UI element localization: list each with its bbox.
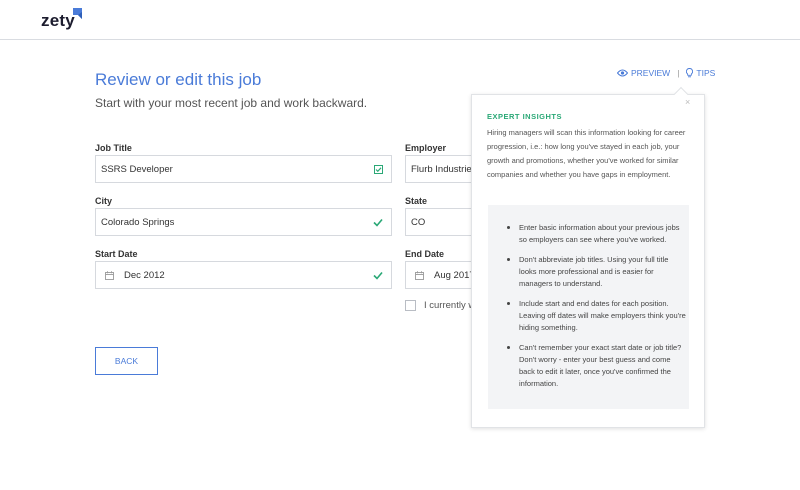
calendar-icon: [415, 270, 424, 280]
city-value: Colorado Springs: [101, 216, 175, 228]
preview-link[interactable]: PREVIEW: [617, 68, 670, 78]
link-separator: |: [677, 68, 680, 78]
insights-intro: Hiring managers will scan this informati…: [487, 128, 686, 179]
start-date-field[interactable]: Dec 2012: [95, 261, 392, 289]
city-field[interactable]: Colorado Springs: [95, 208, 392, 236]
currently-work-checkbox[interactable]: [405, 300, 416, 311]
preview-label: PREVIEW: [631, 68, 671, 78]
tips-list: Enter basic information about your previ…: [507, 222, 687, 398]
city-label: City: [95, 196, 113, 206]
tip-item: Don't abbreviate job titles. Using your …: [507, 254, 687, 290]
check-icon: [373, 271, 383, 280]
preview-tips-links: PREVIEW | TIPS: [617, 68, 715, 78]
check-icon: [373, 218, 383, 227]
tip-item: Enter basic information about your previ…: [507, 222, 687, 246]
state-field[interactable]: CO: [405, 208, 471, 236]
page-title: Review or edit this job: [95, 70, 262, 89]
top-bar: zety: [0, 0, 800, 40]
calendar-icon: [105, 270, 114, 280]
employer-field[interactable]: Flurb Industries: [405, 155, 471, 183]
job-title-field[interactable]: SSRS Developer: [95, 155, 392, 183]
eye-icon: [617, 69, 628, 77]
job-title-value: SSRS Developer: [101, 163, 173, 175]
tip-item: Include start and end dates for each pos…: [507, 298, 687, 334]
job-title-label: Job Title: [95, 143, 132, 153]
lightbulb-icon: [686, 68, 694, 78]
state-value: CO: [411, 216, 426, 228]
employer-label: Employer: [405, 143, 447, 153]
insights-heading: EXPERT INSIGHTS: [487, 112, 563, 121]
start-date-label: Start Date: [95, 249, 138, 259]
tips-label: TIPS: [696, 68, 716, 78]
tip-item: Can't remember your exact start date or …: [507, 342, 687, 390]
logo-mark-icon: [73, 8, 82, 19]
state-label: State: [405, 196, 428, 206]
employer-value: Flurb Industries: [411, 163, 471, 175]
currently-work-label: I currently w: [424, 300, 471, 311]
end-date-value: Aug 2017: [434, 269, 471, 281]
spellcheck-icon: [374, 165, 383, 174]
close-icon[interactable]: ×: [685, 98, 690, 107]
back-button[interactable]: BACK: [95, 347, 158, 375]
start-date-value: Dec 2012: [124, 269, 165, 281]
end-date-label: End Date: [405, 249, 445, 259]
tips-link[interactable]: TIPS: [686, 68, 715, 78]
page-subtitle: Start with your most recent job and work…: [95, 96, 368, 110]
end-date-field[interactable]: Aug 2017: [405, 261, 471, 289]
zety-logo[interactable]: zety: [41, 11, 75, 31]
